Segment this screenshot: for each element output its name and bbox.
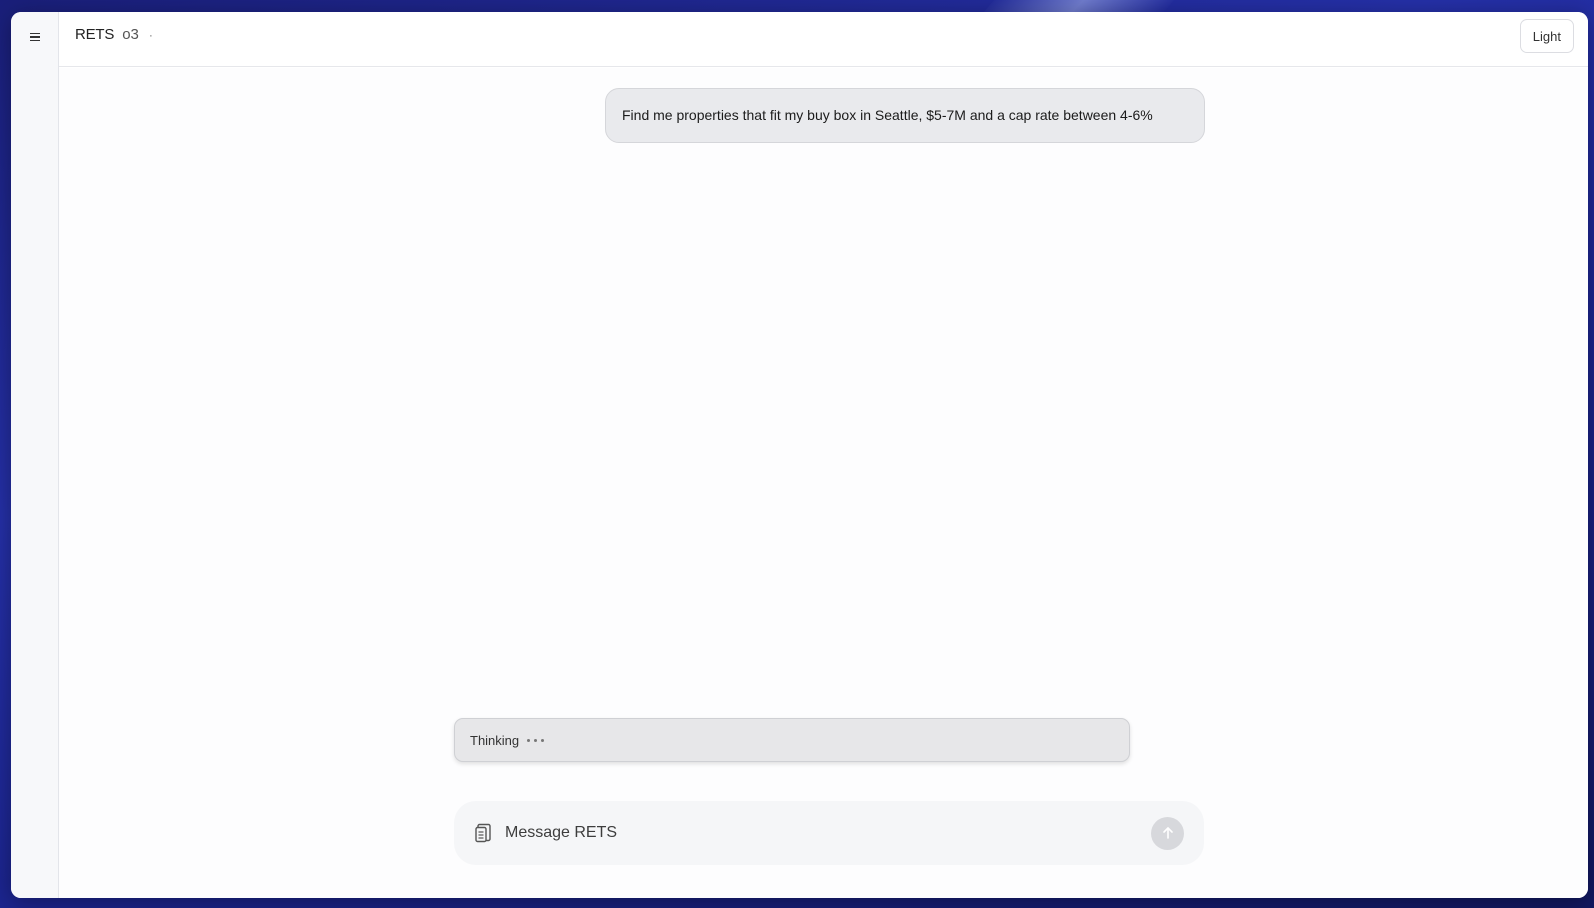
header: RETS o3 · Light bbox=[59, 12, 1588, 67]
message-composer bbox=[454, 801, 1204, 865]
arrow-up-icon bbox=[1162, 827, 1173, 839]
hamburger-menu-icon bbox=[30, 32, 40, 42]
title-group: RETS o3 · bbox=[75, 26, 153, 43]
thinking-indicator: Thinking bbox=[454, 718, 1130, 762]
user-message-bubble: Find me properties that fit my buy box i… bbox=[605, 88, 1205, 143]
model-selector[interactable]: o3 bbox=[122, 26, 139, 43]
ellipsis-icon bbox=[527, 738, 545, 742]
sidebar bbox=[11, 12, 59, 898]
chat-area: Find me properties that fit my buy box i… bbox=[59, 68, 1588, 898]
app-title: RETS bbox=[75, 26, 115, 43]
app-window: RETS o3 · Light Find me properties that … bbox=[11, 12, 1588, 898]
menu-button[interactable] bbox=[23, 26, 47, 48]
message-input[interactable] bbox=[505, 824, 1151, 842]
theme-toggle-button[interactable]: Light bbox=[1519, 19, 1574, 53]
model-status-dot: · bbox=[148, 28, 153, 42]
thinking-label: Thinking bbox=[470, 732, 520, 748]
send-button[interactable] bbox=[1151, 816, 1184, 850]
attach-file-icon[interactable] bbox=[474, 823, 494, 843]
